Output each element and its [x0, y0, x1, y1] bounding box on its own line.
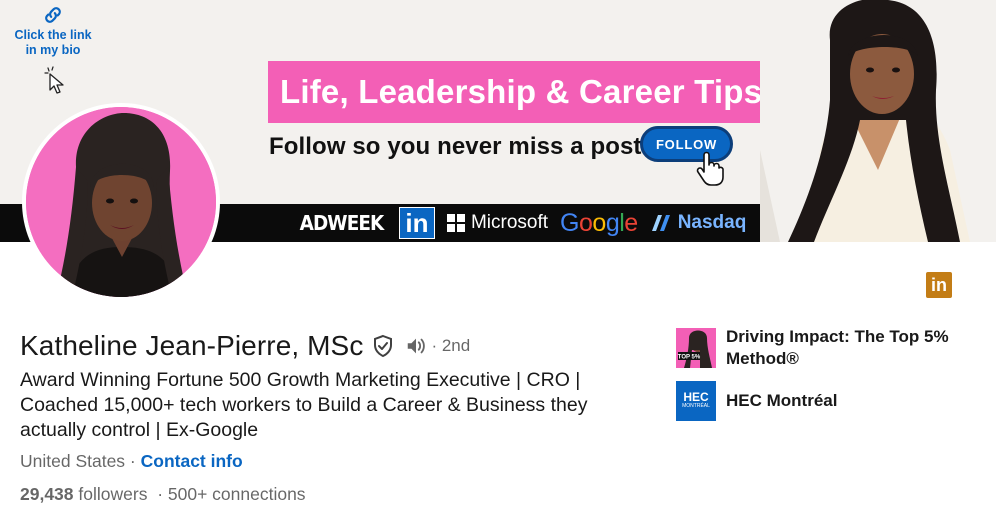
nasdaq-mark-icon [651, 215, 670, 231]
location-separator: · [125, 451, 141, 471]
location: United States [20, 451, 126, 471]
microsoft-label: Microsoft [470, 212, 549, 233]
verified-shield-icon[interactable] [371, 334, 395, 358]
nasdaq-logo: Nasdaq [650, 212, 747, 234]
profile-name-row: Katheline Jean-Pierre, MSc · 2nd [20, 330, 470, 362]
linkedin-logo: in [398, 207, 435, 239]
contact-info-link[interactable]: Contact info [141, 451, 243, 471]
adweek-logo: ADWEEK [299, 211, 385, 235]
network-stats: 29,438 followers · 500+ connections [20, 484, 306, 505]
speaker-icon[interactable] [405, 335, 427, 357]
hec-logo-text: HEC [683, 390, 709, 404]
avatar[interactable] [22, 103, 220, 301]
microsoft-grid-icon [446, 214, 465, 232]
microsoft-logo: Microsoft [446, 212, 549, 234]
avatar-photo [26, 107, 216, 297]
affiliation-label: HEC Montréal [726, 391, 838, 410]
link-hint-text: Click the link in my bio [14, 28, 92, 57]
svg-text:TOP 5%: TOP 5% [678, 355, 701, 361]
hec-logo-subtext: MONTRÉAL [682, 403, 710, 409]
partner-logos: ADWEEK in Microsoft Google Nasdaq [296, 206, 746, 240]
banner-headline: Life, Leadership & Career Tips. [280, 73, 772, 110]
banner-portrait [760, 0, 996, 242]
connection-degree: · 2nd [431, 336, 471, 355]
followers-label: followers [73, 484, 148, 504]
link-icon [45, 7, 61, 23]
affiliation-top5[interactable]: TOP 5% Driving Impact: The Top 5% Method… [676, 326, 966, 370]
follow-prompt: Follow so you never miss a post [269, 133, 642, 160]
followers-count[interactable]: 29,438 [20, 484, 74, 504]
profile-name: Katheline Jean-Pierre, MSc [20, 330, 364, 361]
google-logo: Google [560, 208, 638, 237]
profile-page: Click the link in my bio Life, Leadershi… [0, 0, 996, 509]
top5-method-logo: TOP 5% [676, 328, 716, 368]
affiliation-label: Driving Impact: The Top 5% Method® [726, 327, 949, 368]
nasdaq-label: Nasdaq [677, 212, 747, 233]
location-row: United States · Contact info [20, 451, 243, 472]
connections-count[interactable]: · 500+ connections [157, 484, 305, 504]
hec-montreal-logo: HEC MONTRÉAL [676, 381, 716, 421]
link-hint: Click the link in my bio [8, 4, 98, 58]
affiliation-hec[interactable]: HEC MONTRÉAL HEC Montréal [676, 381, 966, 421]
hand-cursor-icon [696, 151, 724, 186]
linkedin-badge-icon[interactable]: in [926, 272, 952, 298]
banner-headline-box: Life, Leadership & Career Tips. [268, 61, 800, 123]
profile-headline: Award Winning Fortune 500 Growth Marketi… [20, 369, 588, 441]
pointer-click-icon [44, 66, 64, 94]
